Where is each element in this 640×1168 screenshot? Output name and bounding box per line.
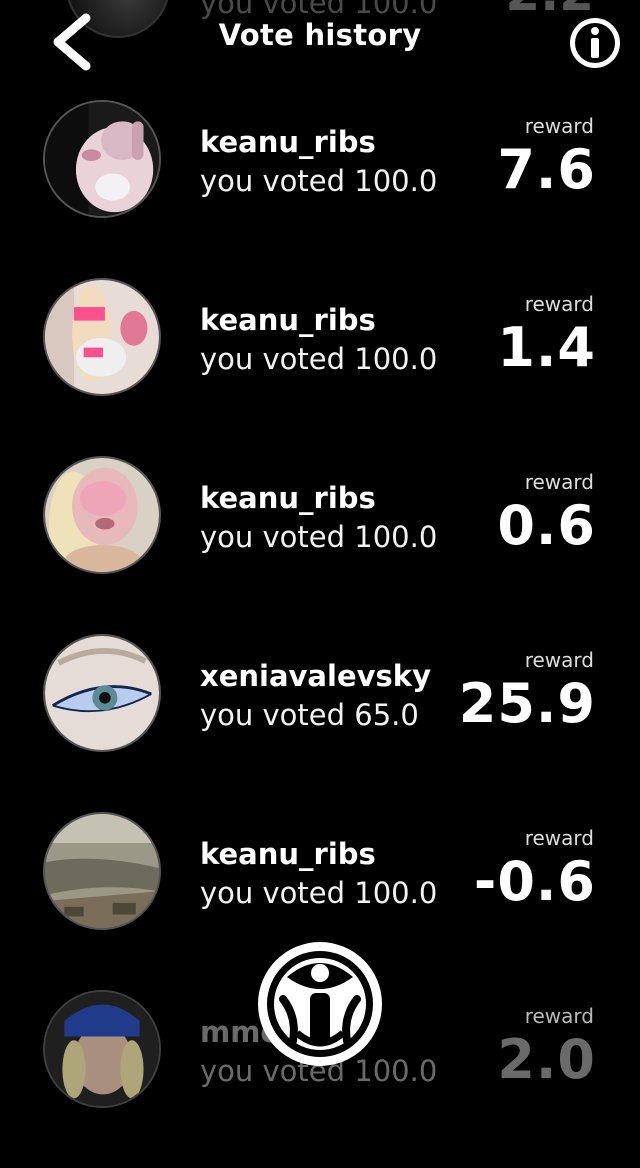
- list-item[interactable]: keanu_ribs you voted 100.0 reward 1.4: [0, 278, 640, 456]
- info-button[interactable]: [566, 14, 624, 72]
- reward-value: 25.9: [458, 672, 596, 735]
- username[interactable]: keanu_ribs: [200, 481, 376, 515]
- voted-text: you voted 100.0: [200, 342, 438, 376]
- voted-text: you voted 100.0: [200, 164, 438, 198]
- reward-label: reward: [524, 470, 594, 494]
- reward-label: reward: [524, 114, 594, 138]
- reward-label: reward: [524, 1004, 594, 1028]
- list-item[interactable]: keanu_ribs you voted 100.0 reward 0.6: [0, 456, 640, 634]
- avatar[interactable]: [43, 100, 161, 218]
- eye-figure-logo-icon: [258, 942, 382, 1066]
- reward-label: reward: [524, 826, 594, 850]
- voted-text: you voted 65.0: [200, 698, 419, 732]
- header: Vote history: [0, 0, 640, 80]
- username[interactable]: xeniavalevsky: [200, 659, 431, 693]
- reward-value: 0.6: [497, 494, 596, 557]
- list-item[interactable]: xeniavalevsky you voted 65.0 reward 25.9: [0, 634, 640, 812]
- reward-label: reward: [524, 648, 594, 672]
- avatar[interactable]: [43, 812, 161, 930]
- avatar[interactable]: [43, 990, 161, 1108]
- voted-text: you voted 100.0: [200, 876, 438, 910]
- reward-label: reward: [524, 292, 594, 316]
- reward-value: 7.6: [497, 138, 596, 201]
- avatar[interactable]: [43, 456, 161, 574]
- list-item[interactable]: keanu_ribs you voted 100.0 reward 7.6: [0, 100, 640, 278]
- voted-text: you voted 100.0: [200, 520, 438, 554]
- username[interactable]: keanu_ribs: [200, 303, 376, 337]
- username[interactable]: keanu_ribs: [200, 125, 376, 159]
- reward-value: 1.4: [497, 316, 596, 379]
- info-icon: [570, 18, 620, 68]
- username[interactable]: keanu_ribs: [200, 837, 376, 871]
- avatar[interactable]: [43, 634, 161, 752]
- reward-value: 2.0: [497, 1028, 596, 1091]
- reward-value: -0.6: [473, 850, 596, 913]
- avatar[interactable]: [43, 278, 161, 396]
- eye-figure-logo-button[interactable]: [253, 937, 387, 1071]
- page-title: Vote history: [218, 18, 422, 52]
